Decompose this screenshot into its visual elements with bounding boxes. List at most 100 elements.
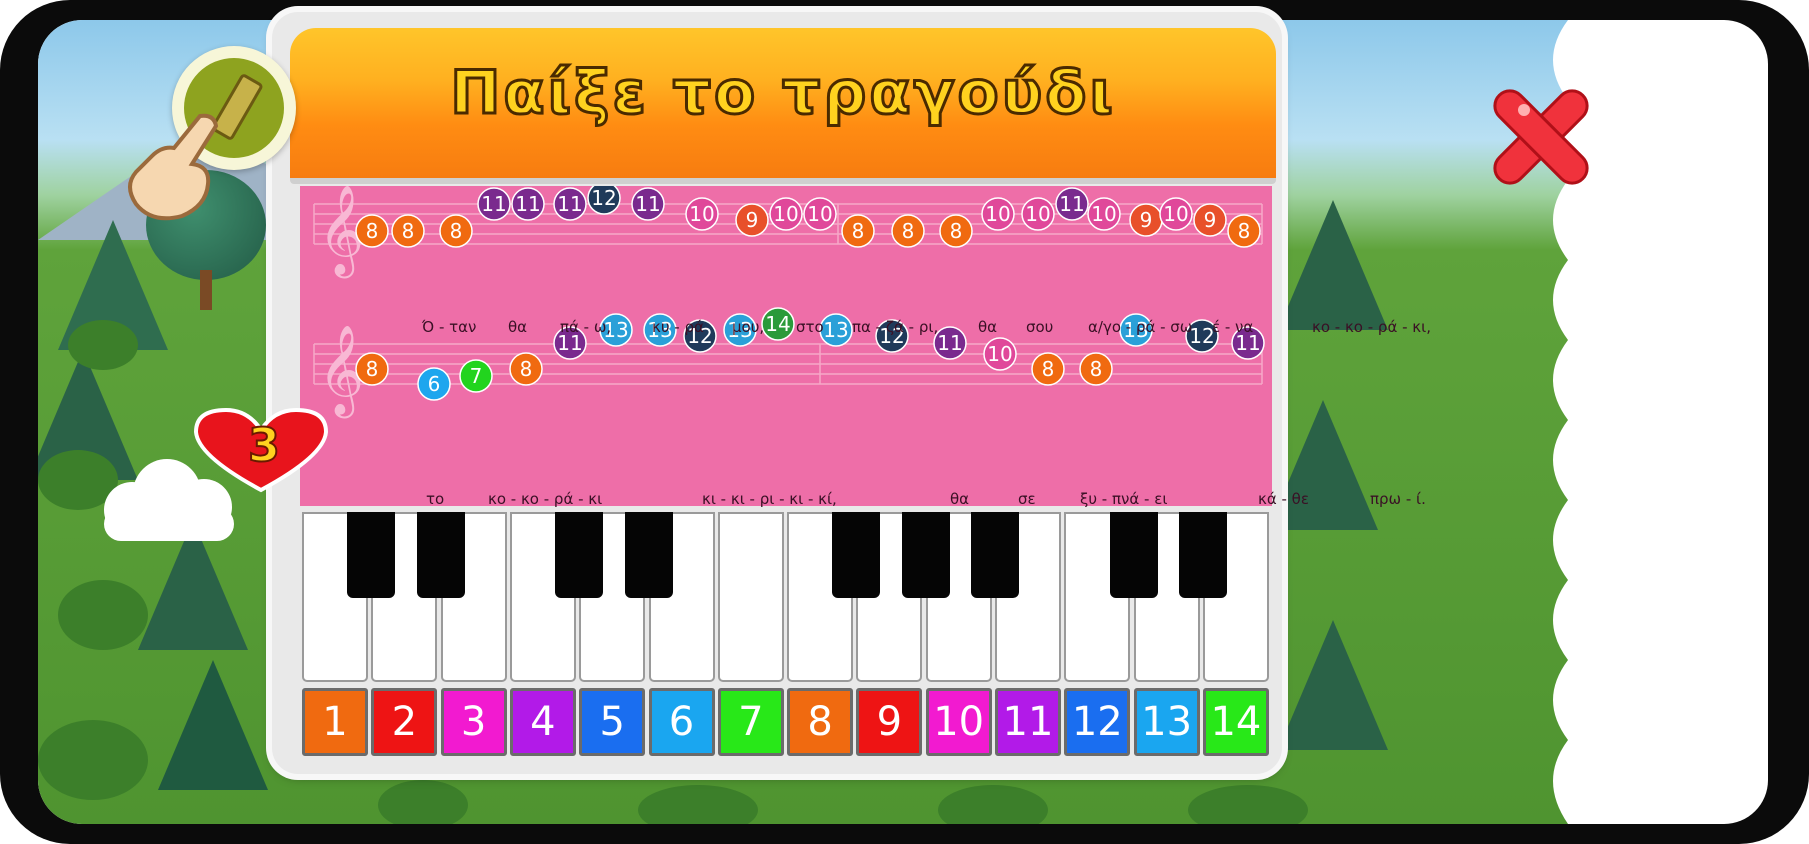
bush — [58, 580, 148, 650]
piano-keyboard: 1 2 3 4 5 6 7 8 9 10 11 12 13 14 — [300, 512, 1272, 762]
black-key[interactable] — [971, 512, 1019, 598]
note-label: 11 — [635, 192, 660, 216]
lyric-word: κι - κι - ρι - κι - κί, — [702, 490, 837, 508]
note-button-6[interactable]: 6 — [648, 688, 715, 756]
note: 8 — [391, 214, 425, 248]
music-staves: 𝄞 8 8 811 11 11 12 11 10 9 10 108 8 810 10 11 10 9 10 9 8𝄞 86… — [313, 186, 1265, 419]
note-label: 8 — [366, 219, 379, 243]
note-button-13[interactable]: 13 — [1133, 688, 1200, 756]
note-label: 10 — [1091, 202, 1116, 226]
note: 12 — [587, 186, 621, 215]
note-label: 8 — [450, 219, 463, 243]
note-label: 8 — [1042, 357, 1055, 381]
black-key[interactable] — [1178, 512, 1227, 598]
bush — [1188, 785, 1308, 824]
note: 10 — [983, 337, 1017, 371]
tree-trunk — [200, 270, 212, 310]
note: 11 — [1055, 187, 1089, 221]
note-label: 13 — [823, 318, 848, 342]
note: 10 — [685, 197, 719, 231]
black-key[interactable] — [832, 512, 881, 598]
black-key[interactable] — [624, 512, 673, 598]
note-label: 8 — [402, 219, 415, 243]
note-label: 8 — [520, 357, 533, 381]
note-label: 11 — [1059, 192, 1084, 216]
note: 13 — [819, 313, 853, 347]
lyric-word: κο - κο - ρά - κι — [488, 490, 603, 508]
note: 9 — [1193, 203, 1227, 237]
black-key[interactable] — [555, 512, 604, 598]
pine-tree — [1268, 400, 1378, 530]
note-button-3[interactable]: 3 — [440, 688, 507, 756]
lyric-word: θα — [950, 490, 970, 508]
note-button-14[interactable]: 14 — [1202, 688, 1269, 756]
note: 11 — [477, 187, 511, 221]
note-label: 10 — [985, 202, 1010, 226]
black-key[interactable] — [416, 512, 465, 598]
lyric-word: πρω - ί. — [1370, 490, 1426, 508]
note-label: 8 — [902, 219, 915, 243]
note: 10 — [1087, 197, 1121, 231]
note: 8 — [1079, 352, 1113, 386]
note-label: 9 — [1204, 208, 1217, 232]
lyric-word: πά - ω, — [560, 318, 612, 336]
lyric-word: έ - να — [1212, 318, 1254, 336]
note-label: 10 — [773, 202, 798, 226]
page-title: Παίξε το τραγούδι — [449, 57, 1116, 130]
note: 8 — [891, 214, 925, 248]
black-key[interactable] — [1109, 512, 1158, 598]
lyric-word: κυ - ρά — [652, 318, 704, 336]
note-label: 11 — [481, 192, 506, 216]
note-button-8[interactable]: 8 — [787, 688, 854, 756]
lyric-word: ξυ - πνά - ει — [1080, 490, 1168, 508]
note: 10 — [769, 197, 803, 231]
note: 8 — [939, 214, 973, 248]
note-label: 8 — [852, 219, 865, 243]
note-button-7[interactable]: 7 — [717, 688, 784, 756]
note: 11 — [553, 187, 587, 221]
lyric-word: Ό - ταν — [422, 318, 477, 336]
close-icon[interactable] — [1476, 72, 1606, 202]
note-label: 10 — [987, 342, 1012, 366]
pine-tree — [158, 660, 268, 790]
note: 8 — [841, 214, 875, 248]
note-button-4[interactable]: 4 — [509, 688, 576, 756]
pine-tree — [1278, 620, 1388, 750]
note-label: 9 — [746, 208, 759, 232]
lyric-word: σε — [1018, 490, 1036, 508]
note-button-10[interactable]: 10 — [925, 688, 992, 756]
note: 11 — [933, 326, 967, 360]
note: 9 — [1129, 203, 1163, 237]
pointing-hand-icon — [128, 113, 219, 221]
note-label: 7 — [470, 364, 483, 388]
lyric-word: κο - κο - ρά - κι, — [1312, 318, 1431, 336]
piano-key-7[interactable] — [717, 512, 784, 682]
cloud — [104, 459, 234, 541]
note-button-2[interactable]: 2 — [371, 688, 438, 756]
note: 8 — [1227, 214, 1261, 248]
note: 10 — [1021, 197, 1055, 231]
note-label: 8 — [366, 357, 379, 381]
note: 6 — [417, 367, 451, 401]
note-button-9[interactable]: 9 — [856, 688, 923, 756]
note-button-1[interactable]: 1 — [302, 688, 368, 756]
bush — [938, 785, 1048, 824]
note-label: 10 — [689, 202, 714, 226]
note-button-11[interactable]: 11 — [995, 688, 1061, 756]
note-button-12[interactable]: 12 — [1064, 688, 1131, 756]
lyric-word: μου, — [732, 318, 765, 336]
pine-tree — [1278, 200, 1388, 330]
note-button-5[interactable]: 5 — [579, 688, 646, 756]
note: 8 — [1031, 352, 1065, 386]
black-key[interactable] — [347, 512, 396, 598]
note-label: 12 — [1189, 324, 1214, 348]
note: 7 — [459, 359, 493, 393]
staff-1: 𝄞 8 8 811 11 11 12 11 10 9 10 108 8 810 10 11 10 9 10 9 8 — [313, 186, 1263, 279]
note: 8 — [439, 214, 473, 248]
note: 9 — [735, 203, 769, 237]
lyric-word: το — [426, 490, 445, 508]
note: 14 — [761, 307, 795, 341]
note: 8 — [355, 352, 389, 386]
note-label: 8 — [950, 219, 963, 243]
black-key[interactable] — [901, 512, 950, 598]
